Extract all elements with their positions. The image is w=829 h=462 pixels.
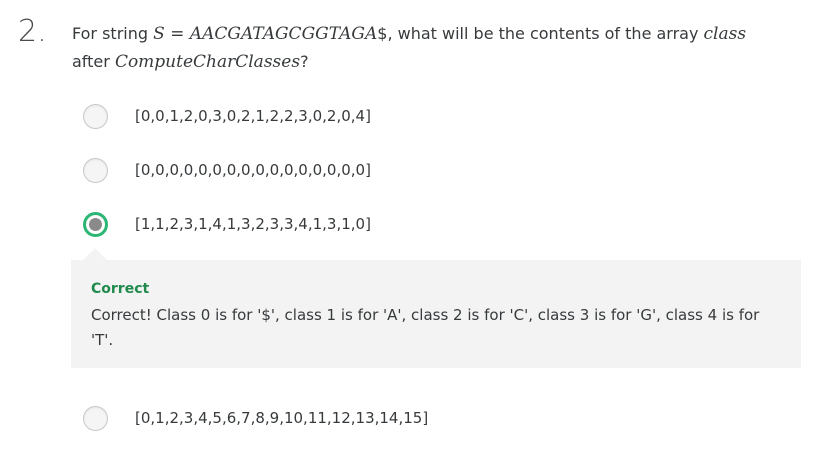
function-math: ComputeCharClasses bbox=[114, 52, 301, 72]
answer-option-label-3: [1,1,2,3,1,4,1,3,2,3,3,4,1,3,1,0] bbox=[135, 215, 371, 233]
answer-option-label-1: [0,0,1,2,0,3,0,2,1,2,2,3,0,2,0,4] bbox=[135, 107, 371, 125]
feedback-panel: Correct Correct! Class 0 is for '$', cla… bbox=[71, 248, 801, 368]
feedback-title: Correct bbox=[91, 281, 150, 297]
radio-button-2[interactable] bbox=[83, 157, 108, 183]
prompt-prefix: For string bbox=[72, 24, 154, 43]
answer-option-1[interactable]: [0,0,1,2,0,3,0,2,1,2,2,3,0,2,0,4] bbox=[83, 101, 371, 131]
feedback-text: Correct! Class 0 is for '$', class 1 is … bbox=[91, 306, 760, 349]
radio-button-3-selected[interactable] bbox=[83, 211, 108, 237]
string-math: S = AACGATAGCGGTAGA bbox=[153, 24, 378, 44]
prompt-after: after bbox=[72, 52, 115, 71]
answer-option-4[interactable]: [0,1,2,3,4,5,6,7,8,9,10,11,12,13,14,15] bbox=[83, 403, 428, 433]
answer-option-2[interactable]: [0,0,0,0,0,0,0,0,0,0,0,0,0,0,0,0] bbox=[83, 155, 371, 185]
prompt-suffix: ? bbox=[300, 52, 309, 71]
prompt-middle: $, what will be the contents of the arra… bbox=[377, 24, 704, 43]
answer-option-label-2: [0,0,0,0,0,0,0,0,0,0,0,0,0,0,0,0] bbox=[135, 161, 371, 179]
question-prompt: For string S = AACGATAGCGGTAGA$, what wi… bbox=[72, 20, 812, 76]
radio-button-4[interactable] bbox=[83, 405, 108, 431]
answer-option-label-4: [0,1,2,3,4,5,6,7,8,9,10,11,12,13,14,15] bbox=[135, 409, 429, 427]
question-number: 2. bbox=[18, 14, 47, 49]
answer-option-3[interactable]: [1,1,2,3,1,4,1,3,2,3,3,4,1,3,1,0] bbox=[83, 209, 371, 239]
radio-button-1[interactable] bbox=[83, 103, 108, 129]
array-math: class bbox=[703, 24, 747, 44]
